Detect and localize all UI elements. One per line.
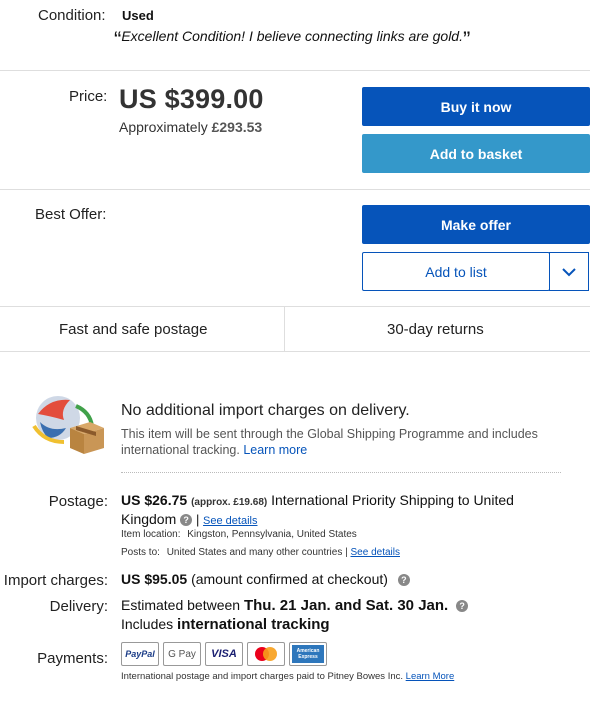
- help-icon[interactable]: ?: [180, 514, 193, 527]
- shipping-title: No additional import charges on delivery…: [121, 402, 410, 419]
- postage-label: Postage:: [48, 493, 108, 510]
- postage-see-details-link[interactable]: See details: [203, 515, 257, 527]
- posts-to-label: Posts to:: [121, 547, 160, 558]
- mastercard-icon: [247, 642, 285, 666]
- approx-label: Approximately: [119, 119, 208, 135]
- postage-amount: US $26.75: [121, 492, 188, 508]
- import-amount: US $95.05: [121, 571, 188, 587]
- payments-note-text: International postage and import charges…: [121, 671, 404, 682]
- shipping-desc-text: This item will be sent through the Globa…: [121, 427, 538, 457]
- dotted-divider: [121, 472, 561, 473]
- item-location-label: Item location:: [121, 529, 181, 540]
- item-location-value: Kingston, Pennsylvania, United States: [187, 529, 357, 540]
- amex-icon: American Express: [289, 642, 327, 666]
- posts-to: Posts to: United States and many other c…: [121, 547, 400, 558]
- buy-it-now-button[interactable]: Buy it now: [362, 87, 590, 126]
- best-offer-label: Best Offer:: [35, 206, 107, 223]
- payment-methods: PayPal G Pay VISA American Express: [121, 642, 327, 666]
- divider: [0, 351, 590, 352]
- help-icon[interactable]: ?: [456, 600, 469, 613]
- make-offer-button[interactable]: Make offer: [362, 205, 590, 244]
- chevron-down-icon: [562, 267, 576, 276]
- divider: [0, 70, 590, 71]
- google-pay-icon: G Pay: [163, 642, 201, 666]
- open-quote: “: [114, 27, 122, 52]
- paypal-icon: PayPal: [121, 642, 159, 666]
- posts-to-see-details-link[interactable]: See details: [351, 547, 400, 558]
- tracking-bold: international tracking: [177, 616, 330, 633]
- delivery-estimate: Estimated between Thu. 21 Jan. and Sat. …: [121, 597, 469, 614]
- help-icon[interactable]: ?: [397, 574, 410, 587]
- vertical-divider: [284, 307, 285, 351]
- import-note: (amount confirmed at checkout): [191, 571, 388, 587]
- postage-info: US $26.75 (approx. £19.68) International…: [121, 492, 514, 527]
- postage-approx: (approx. £19.68): [191, 497, 268, 508]
- price-value: US $399.00: [119, 84, 264, 114]
- condition-label: Condition:: [38, 7, 106, 24]
- payments-learn-more-link[interactable]: Learn More: [406, 671, 455, 682]
- add-to-list-button[interactable]: Add to list: [362, 252, 550, 291]
- globe-package-icon: [30, 392, 106, 456]
- divider: [0, 306, 590, 307]
- import-charges-info: US $95.05 (amount confirmed at checkout)…: [121, 571, 410, 587]
- visa-icon: VISA: [205, 642, 243, 666]
- returns-label: 30-day returns: [387, 321, 484, 338]
- import-charges-label: Import charges:: [3, 572, 108, 589]
- shipping-description: This item will be sent through the Globa…: [121, 426, 561, 458]
- quote-text: Excellent Condition! I believe connectin…: [121, 28, 463, 44]
- price-approx: Approximately £293.53: [119, 119, 262, 135]
- payments-label: Payments:: [37, 650, 108, 667]
- divider: [0, 189, 590, 190]
- delivery-dates: Thu. 21 Jan. and Sat. 30 Jan.: [243, 597, 449, 614]
- close-quote: ”: [462, 27, 471, 52]
- price-label: Price:: [69, 88, 108, 105]
- tracking-prefix: Includes: [121, 616, 174, 632]
- condition-quote: “Excellent Condition! I believe connecti…: [114, 28, 470, 51]
- payments-note: International postage and import charges…: [121, 671, 454, 682]
- add-to-basket-button[interactable]: Add to basket: [362, 134, 590, 173]
- delivery-label: Delivery:: [49, 598, 108, 615]
- approx-value: £293.53: [211, 119, 263, 135]
- delivery-tracking: Includes international tracking: [121, 616, 330, 633]
- fast-postage-label: Fast and safe postage: [59, 321, 208, 338]
- learn-more-link[interactable]: Learn more: [243, 443, 307, 457]
- add-to-list-dropdown[interactable]: [549, 252, 589, 291]
- condition-value: Used: [122, 8, 154, 23]
- posts-to-value: United States and many other countries: [166, 547, 343, 558]
- item-location: Item location: Kingston, Pennsylvania, U…: [121, 529, 357, 540]
- delivery-prefix: Estimated between: [121, 597, 241, 613]
